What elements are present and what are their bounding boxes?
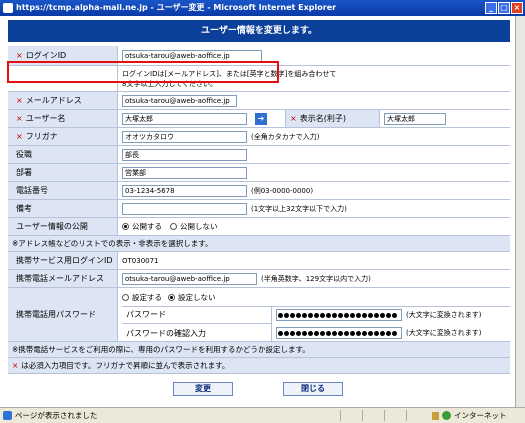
status-text: ページが表示されました — [15, 411, 98, 420]
page-content: ユーザー情報を変更します。 × ログインID otsuka-tarou@aweb-… — [0, 16, 525, 407]
window-title: https://tcmp.alpha-mail.ne.jp - ユーザー変更 -… — [16, 3, 337, 12]
maximize-button[interactable]: □ — [498, 2, 510, 14]
mail-input[interactable]: otsuka-tarou@aweb-aoffice.jp — [122, 94, 237, 107]
password-sub-label: パスワード — [126, 310, 166, 319]
row-department: 部署 営業部 — [8, 164, 510, 182]
position-input[interactable]: 部長 — [122, 148, 247, 161]
password-input[interactable] — [276, 309, 402, 321]
page-header: ユーザー情報を変更します。 — [8, 20, 510, 42]
password-confirm-label: パスワードの確認入力 — [126, 328, 206, 338]
publish-on-label: 公開する — [132, 222, 162, 231]
display-name-input[interactable]: 大塚太郎 — [384, 112, 446, 125]
close-window-button[interactable]: × — [511, 2, 523, 14]
mobile-note: ※携帯電話サービスをご利用の際に、専用のパスワードを利用するかどうか設定します。 — [8, 342, 510, 357]
page-icon — [3, 411, 12, 420]
mobile-login-value: OT030071 — [122, 256, 159, 265]
password-set-label: 設定する — [132, 292, 162, 302]
publish-note: ※アドレス帳などのリストでの表示・非表示を選択します。 — [8, 236, 510, 251]
phone-note: (例03-0000-0000) — [251, 186, 314, 195]
required-note: は必須入力項目です。フリガナで昇順に並んで表示されます。 — [21, 361, 230, 370]
copy-arrow-button[interactable]: ➔ — [255, 112, 267, 125]
globe-icon — [442, 411, 451, 420]
row-mobile-login: 携帯サービス用ログインID OT030071 — [8, 252, 510, 270]
row-mobile-password: 携帯電話用パスワード 設定する 設定しない パスワード (大文字に変換されます)… — [8, 288, 510, 342]
remarks-note: (1文字以上32文字以下で入力) — [251, 204, 347, 213]
ie-icon — [3, 3, 13, 13]
lock-icon — [432, 411, 439, 420]
login-id-label: ログインID — [25, 51, 67, 60]
row-mobile-mail: 携帯電話メールアドレス otsuka-tarou@aweb-aoffice.jp… — [8, 270, 510, 288]
minimize-button[interactable]: _ — [485, 2, 497, 14]
mobile-mail-label: 携帯電話メールアドレス — [16, 274, 104, 283]
publish-off-radio[interactable] — [170, 223, 177, 230]
mobile-mail-note: (半角英数字、129文字以内で入力) — [261, 274, 371, 283]
display-name-label: 表示名(利子) — [299, 114, 346, 123]
phone-input[interactable]: 03-1234-5678 — [122, 184, 247, 197]
password-confirm-input[interactable] — [276, 327, 402, 339]
mail-label: メールアドレス — [25, 96, 82, 105]
highlight-box — [7, 61, 279, 83]
position-label: 役職 — [16, 150, 32, 159]
password-note: (大文字に変換されます) — [406, 311, 482, 319]
row-user-name: × ユーザー名 大塚太郎 ➔ × 表示名(利子) 大塚太郎 — [8, 110, 510, 128]
row-position: 役職 部長 — [8, 146, 510, 164]
furigana-input[interactable]: オオツカタロウ — [122, 130, 247, 143]
mobile-mail-input[interactable]: otsuka-tarou@aweb-aoffice.jp — [122, 272, 257, 285]
required-mark: × — [16, 132, 23, 141]
zone-text: インターネット — [454, 411, 507, 420]
user-name-label: ユーザー名 — [25, 114, 66, 123]
password-set-radio[interactable] — [122, 293, 129, 301]
submit-button[interactable]: 変更 — [173, 382, 233, 396]
phone-label: 電話番号 — [16, 186, 48, 195]
login-id-input[interactable]: otsuka-tarou@aweb-aoffice.jp — [122, 49, 262, 62]
required-mark: × — [290, 114, 297, 123]
furigana-label: フリガナ — [25, 132, 58, 141]
row-publish-note: ※アドレス帳などのリストでの表示・非表示を選択します。 — [8, 236, 510, 252]
publish-label: ユーザー情報の公開 — [16, 222, 88, 231]
mobile-login-label: 携帯サービス用ログインID — [16, 256, 113, 265]
department-input[interactable]: 営業部 — [122, 166, 247, 179]
password-noset-radio[interactable] — [168, 293, 175, 301]
row-furigana: × フリガナ オオツカタロウ (全角カタカナで入力) — [8, 128, 510, 146]
user-name-input[interactable]: 大塚太郎 — [122, 112, 247, 125]
password-noset-label: 設定しない — [178, 292, 216, 302]
user-form: × ログインID otsuka-tarou@aweb-aoffice.jp ログイ… — [8, 46, 510, 374]
status-bar: ページが表示されました インターネット — [0, 407, 525, 423]
window-titlebar: https://tcmp.alpha-mail.ne.jp - ユーザー変更 -… — [0, 0, 525, 16]
publish-on-radio[interactable] — [122, 223, 129, 230]
furigana-note: (全角カタカナで入力) — [251, 132, 320, 141]
row-remarks: 備考 (1文字以上32文字以下で入力) — [8, 200, 510, 218]
publish-off-label: 公開しない — [180, 222, 218, 231]
required-mark: × — [12, 361, 19, 370]
department-label: 部署 — [16, 168, 32, 177]
row-mail: × メールアドレス otsuka-tarou@aweb-aoffice.jp — [8, 92, 510, 110]
row-mobile-note: ※携帯電話サービスをご利用の際に、専用のパスワードを利用するかどうか設定します。 — [8, 342, 510, 358]
required-mark: × — [16, 51, 23, 60]
mobile-password-label: 携帯電話用パスワード — [16, 310, 96, 319]
required-mark: × — [16, 114, 23, 123]
required-mark: × — [16, 96, 23, 105]
row-phone: 電話番号 03-1234-5678 (例03-0000-0000) — [8, 182, 510, 200]
remarks-input[interactable] — [122, 202, 247, 215]
remarks-label: 備考 — [16, 204, 32, 213]
row-required-note: × は必須入力項目です。フリガナで昇順に並んで表示されます。 — [8, 358, 510, 374]
password-confirm-note: (大文字に変換されます) — [406, 329, 482, 337]
row-publish: ユーザー情報の公開 公開する 公開しない — [8, 218, 510, 236]
scrollbar[interactable] — [515, 16, 525, 407]
close-button[interactable]: 閉じる — [283, 382, 343, 396]
